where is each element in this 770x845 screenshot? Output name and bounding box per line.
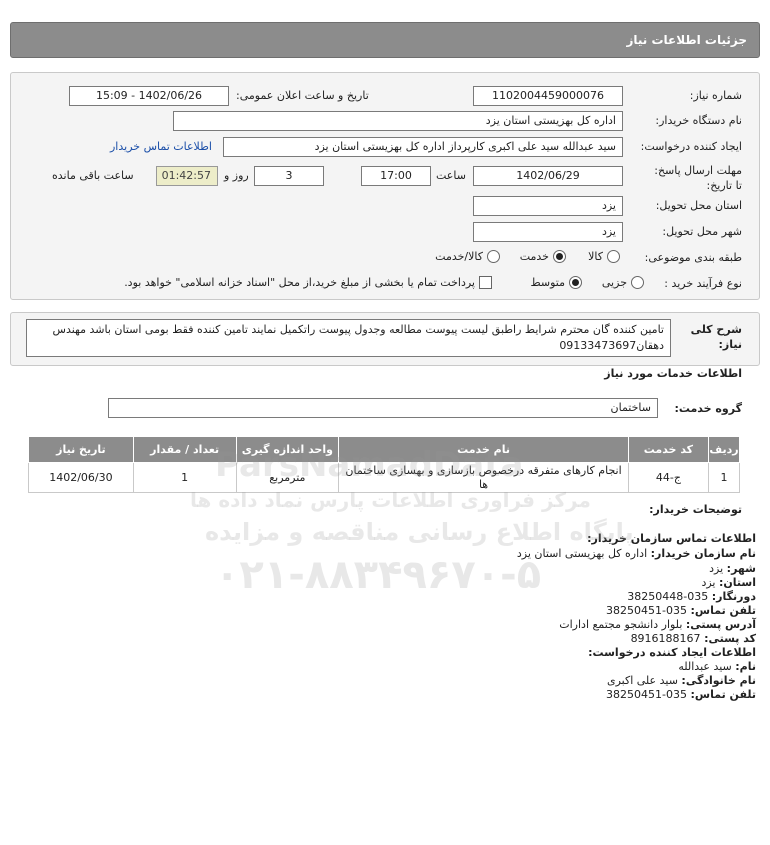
table-row: 1 ج-44 انجام کارهای متفرقه درخصوص بازساز… xyxy=(28,462,741,493)
category-goods-label: کالا xyxy=(588,250,603,263)
need-details-panel xyxy=(10,72,760,300)
contact-address: آدرس پستی: بلوار دانشجو مجتمع ادارات xyxy=(559,618,756,631)
deadline-label: مهلت ارسال پاسخ: تا تاریخ: xyxy=(654,164,742,192)
treasury-note: پرداخت تمام یا بخشی از مبلغ خرید،از محل … xyxy=(124,276,475,289)
description-label: شرح کلی نیاز: xyxy=(690,323,742,351)
days-field: 3 xyxy=(254,166,324,186)
creator-title: اطلاعات ایجاد کننده درخواست: xyxy=(588,646,756,659)
category-option-service[interactable]: خدمت xyxy=(520,250,566,263)
services-section-title: اطلاعات خدمات مورد نیاز xyxy=(604,367,742,380)
radio-medium[interactable] xyxy=(569,276,582,289)
creator-name: نام: سید عبدالله xyxy=(678,660,756,673)
cell-name: انجام کارهای متفرقه درخصوص بازسازی و بهس… xyxy=(338,462,629,493)
treasury-checkbox[interactable] xyxy=(479,276,492,289)
requester-label: ایجاد کننده درخواست: xyxy=(640,140,742,153)
cell-qty: 1 xyxy=(132,462,237,493)
col-qty: تعداد / مقدار xyxy=(132,436,237,463)
remaining-time-field: 01:42:57 xyxy=(156,166,218,186)
deadline-date-field: 1402/06/29 xyxy=(473,166,623,186)
services-table: ردیف کد خدمت نام خدمت واحد اندازه گیری ت… xyxy=(28,436,741,493)
service-group-label: گروه خدمت: xyxy=(674,402,742,415)
buyer-contact-link[interactable]: اطلاعات تماس خریدار xyxy=(110,140,212,153)
col-code: کد خدمت xyxy=(627,436,709,463)
radio-goods-service[interactable] xyxy=(487,250,500,263)
cell-row: 1 xyxy=(707,462,741,493)
process-minor-label: جزیی xyxy=(601,276,627,289)
requester-field: سید عبدالله سید علی اکبری کارپرداز اداره… xyxy=(223,137,623,157)
category-service-label: خدمت xyxy=(519,250,549,263)
col-row: ردیف xyxy=(707,436,741,463)
buyer-org-label: نام دستگاه خریدار: xyxy=(655,114,742,127)
radio-goods[interactable] xyxy=(607,250,620,263)
announce-field: 1402/06/26 - 15:09 xyxy=(69,86,229,106)
contact-org: نام سازمان خریدار: اداره کل بهزیستی استا… xyxy=(516,547,756,560)
contact-city: شهر: یزد xyxy=(709,562,756,575)
description-field: تامین کننده گان محترم شرایط راطبق لیست پ… xyxy=(26,319,671,357)
announce-label: تاریخ و ساعت اعلان عمومی: xyxy=(236,89,369,102)
city-field: یزد xyxy=(473,222,623,242)
time-label: ساعت xyxy=(436,169,466,182)
service-group-field: ساختمان xyxy=(108,398,658,418)
contact-postal: کد پستی: 8916188167 xyxy=(630,632,756,645)
contact-province: استان: یزد xyxy=(701,576,756,589)
buyer-contact-link-text: اطلاعات تماس خریدار xyxy=(110,140,212,153)
process-medium-label: متوسط xyxy=(530,276,565,289)
city-label: شهر محل تحویل: xyxy=(662,225,742,238)
category-goods-service-label: کالا/خدمت xyxy=(435,250,483,263)
contact-title: اطلاعات تماس سازمان خریدار: xyxy=(587,532,756,545)
buyer-org-field: اداره کل بهزیستی استان یزد xyxy=(173,111,623,131)
province-field: یزد xyxy=(473,196,623,216)
treasury-payment-option[interactable]: پرداخت تمام یا بخشی از مبلغ خرید،از محل … xyxy=(124,276,492,289)
need-number-field: 1102004459000076 xyxy=(473,86,623,106)
creator-family: نام خانوادگی: سید علی اکبری xyxy=(606,674,756,687)
deadline-time-field: 17:00 xyxy=(361,166,431,186)
cell-date: 1402/06/30 xyxy=(28,462,134,493)
table-header-row: ردیف کد خدمت نام خدمت واحد اندازه گیری ت… xyxy=(28,436,741,463)
category-label: طبقه بندی موضوعی: xyxy=(644,251,742,264)
process-option-medium[interactable]: متوسط xyxy=(530,276,582,289)
category-option-goods-service[interactable]: کالا/خدمت xyxy=(435,250,500,263)
page-header: جزئیات اطلاعات نیاز xyxy=(10,22,760,58)
days-label: روز و xyxy=(224,169,249,182)
creator-phone: تلفن تماس: 035-38250451 xyxy=(606,688,756,701)
watermark-phone: ۰۲۱-۸۸۳۴۹۶۷۰-۵ xyxy=(215,552,542,598)
col-name: نام خدمت xyxy=(338,436,629,463)
process-option-minor[interactable]: جزیی xyxy=(602,276,644,289)
watermark-line2: پایگاه اطلاع رسانی مناقصه و مزایده xyxy=(205,518,634,546)
process-label: نوع فرآیند خرید : xyxy=(664,277,742,290)
radio-service[interactable] xyxy=(553,250,566,263)
cell-unit: مترمربع xyxy=(235,462,340,493)
contact-phone: تلفن تماس: 035-38250451 xyxy=(606,604,756,617)
contact-fax: دورنگار: 035-38250448 xyxy=(627,590,756,603)
province-label: استان محل تحویل: xyxy=(655,199,742,212)
category-option-goods[interactable]: کالا xyxy=(588,250,620,263)
remaining-label: ساعت باقی مانده xyxy=(52,169,134,182)
buyer-notes-label: توضیحات خریدار: xyxy=(649,503,742,516)
col-date: تاریخ نیاز xyxy=(28,436,134,463)
services-table-wrapper: ردیف کد خدمت نام خدمت واحد اندازه گیری ت… xyxy=(28,436,741,493)
page-title: جزئیات اطلاعات نیاز xyxy=(626,33,747,47)
cell-code: ج-44 xyxy=(627,462,709,493)
radio-minor[interactable] xyxy=(631,276,644,289)
need-number-label: شماره نیاز: xyxy=(689,89,742,102)
col-unit: واحد اندازه گیری xyxy=(235,436,340,463)
